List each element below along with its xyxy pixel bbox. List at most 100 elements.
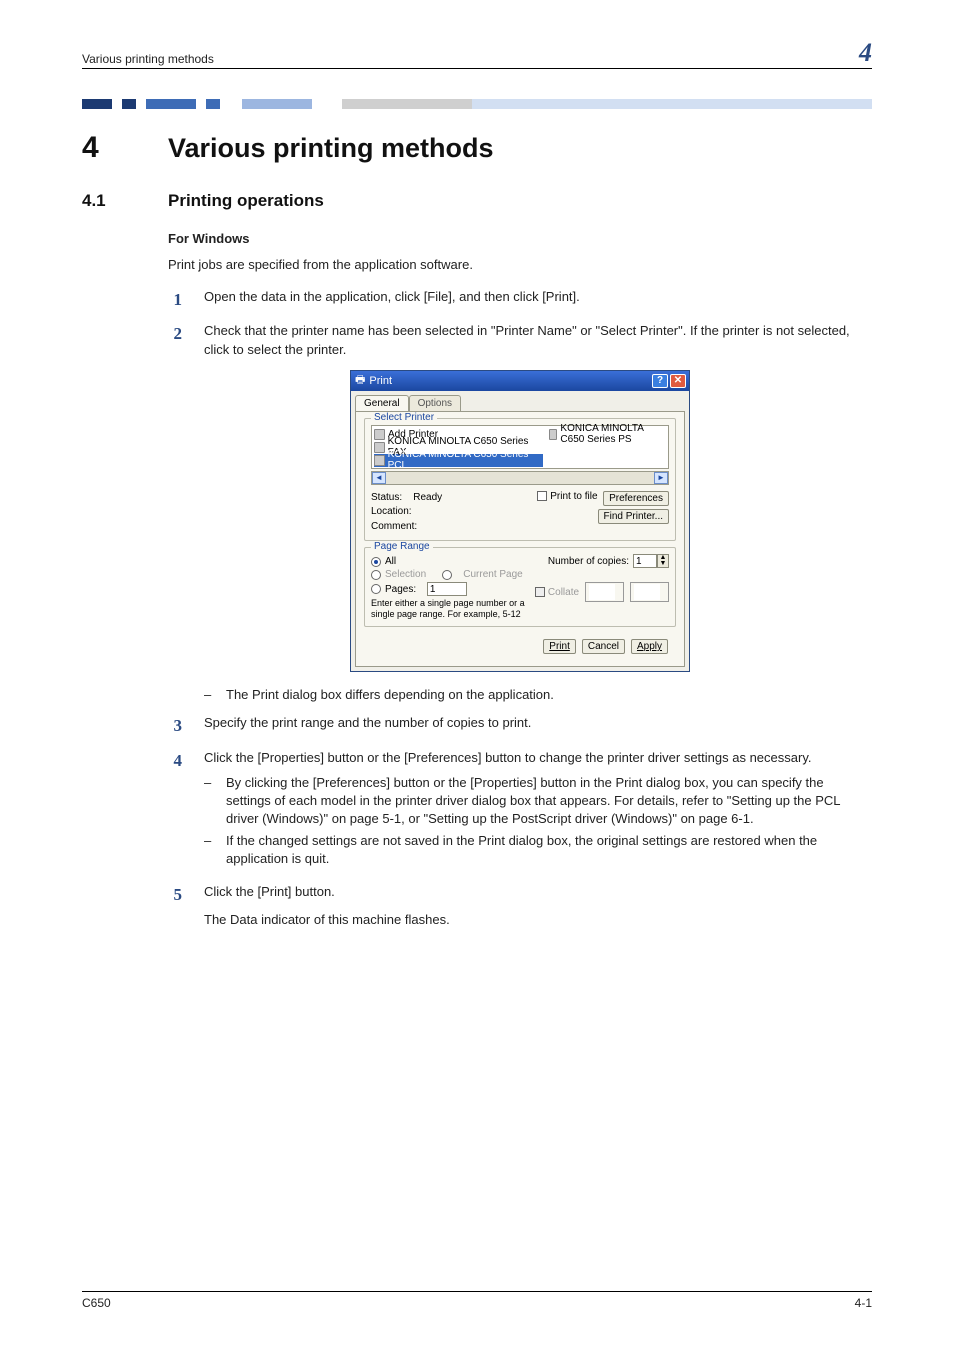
printer-icon: 🖶 <box>355 371 365 390</box>
page-footer: C650 4-1 <box>82 1291 872 1310</box>
step-text: Click the [Properties] button or the [Pr… <box>204 749 872 768</box>
step-text: Specify the print range and the number o… <box>204 714 872 739</box>
dialog-body: Select Printer Add Printer KONICA MINOLT… <box>355 411 685 667</box>
step-1: 1 Open the data in the application, clic… <box>168 288 872 313</box>
radio-icon <box>371 570 381 580</box>
scroll-right-icon[interactable]: ► <box>654 472 668 484</box>
print-button[interactable]: Print <box>543 639 576 654</box>
band-seg <box>342 99 472 109</box>
list-item[interactable]: KONICA MINOLTA C650 Series PS <box>549 428 666 441</box>
preferences-button[interactable]: Preferences <box>603 491 669 506</box>
list-item: –By clicking the [Preferences] button or… <box>204 774 872 829</box>
apply-button[interactable]: Apply <box>631 639 668 654</box>
radio-icon <box>442 570 452 580</box>
status-value: Ready <box>413 492 442 503</box>
radio-label: All <box>385 556 396 567</box>
radio-selection: Selection Current Page <box>371 569 535 580</box>
dash-list: –By clicking the [Preferences] button or… <box>204 774 872 869</box>
pages-input[interactable] <box>427 582 467 596</box>
dialog-tabs: General Options <box>351 391 689 411</box>
comment-label: Comment: <box>371 520 442 535</box>
radio-pages[interactable]: Pages: <box>371 582 535 596</box>
chapter-title: Various printing methods <box>168 133 494 164</box>
band-seg <box>82 99 112 109</box>
checkbox-label: Collate <box>548 587 579 598</box>
running-header: Various printing methods 4 <box>82 40 872 69</box>
list-text: The Print dialog box differs depending o… <box>226 686 554 704</box>
radio-label: Selection <box>385 569 426 580</box>
running-header-title: Various printing methods <box>82 52 214 66</box>
content-column: For Windows Print jobs are specified fro… <box>168 231 872 943</box>
step-text: Open the data in the application, click … <box>204 288 872 313</box>
step-number: 2 <box>168 322 182 360</box>
footer-right: 4-1 <box>855 1296 872 1310</box>
step-text: Check that the printer name has been sel… <box>204 322 872 360</box>
step-5: 5 Click the [Print] button. The Data ind… <box>168 883 872 943</box>
radio-label: Pages: <box>385 584 416 595</box>
spinner-buttons[interactable]: ▲▼ <box>657 554 669 568</box>
tab-general[interactable]: General <box>355 395 409 411</box>
collate-icon <box>630 582 669 602</box>
printer-status-block: Status: Ready Location: Comment: <box>371 491 442 535</box>
printer-list[interactable]: Add Printer KONICA MINOLTA C650 Series F… <box>371 425 669 469</box>
copies-label: Number of copies: <box>548 556 629 567</box>
step-number: 3 <box>168 714 182 739</box>
cancel-button[interactable]: Cancel <box>582 639 625 654</box>
section-heading: 4.1 Printing operations <box>82 191 872 211</box>
print-dialog: 🖶 Print ? ✕ General Options Select Print… <box>350 370 690 672</box>
step-4: 4 Click the [Properties] button or the [… <box>168 749 872 873</box>
intro-paragraph: Print jobs are specified from the applic… <box>168 256 872 274</box>
dash-list: –The Print dialog box differs depending … <box>204 686 872 704</box>
band-seg <box>472 99 872 109</box>
printer-icon <box>374 455 385 466</box>
band-seg <box>136 99 146 109</box>
chapter-number: 4 <box>82 131 134 165</box>
checkbox-label: Print to file <box>550 491 597 502</box>
copies-input[interactable] <box>633 554 657 568</box>
print-dialog-figure: 🖶 Print ? ✕ General Options Select Print… <box>168 370 872 672</box>
list-text: By clicking the [Preferences] button or … <box>226 774 872 829</box>
scroll-left-icon[interactable]: ◄ <box>372 472 386 484</box>
location-label: Location: <box>371 505 442 520</box>
band-seg <box>112 99 122 109</box>
dialog-footer: Print Cancel Apply <box>364 633 676 660</box>
group-page-range: Page Range All Selection Current Page Pa… <box>364 547 676 627</box>
list-text: If the changed settings are not saved in… <box>226 832 872 868</box>
band-seg <box>206 99 220 109</box>
group-title: Select Printer <box>371 412 437 423</box>
print-to-file-checkbox[interactable]: Print to file <box>537 491 597 502</box>
checkbox-icon <box>537 491 547 501</box>
list-item: –If the changed settings are not saved i… <box>204 832 872 868</box>
find-printer-button[interactable]: Find Printer... <box>598 509 669 524</box>
list-item-selected[interactable]: KONICA MINOLTA C650 Series PCL <box>374 454 543 467</box>
band-seg <box>312 99 342 109</box>
radio-all[interactable]: All <box>371 556 535 567</box>
tab-options[interactable]: Options <box>409 395 461 411</box>
chapter-heading: 4 Various printing methods <box>82 131 872 165</box>
radio-icon <box>371 557 381 567</box>
checkbox-icon <box>535 587 545 597</box>
printer-icon <box>549 429 557 440</box>
step-text: Click the [Print] button. <box>204 883 872 902</box>
running-header-number: 4 <box>859 40 872 66</box>
step-number: 4 <box>168 749 182 873</box>
scroll-track[interactable] <box>386 472 654 484</box>
footer-left: C650 <box>82 1296 111 1310</box>
close-button[interactable]: ✕ <box>670 374 686 388</box>
dialog-title: Print <box>369 375 392 387</box>
section-number: 4.1 <box>82 191 134 211</box>
status-label: Status: <box>371 492 402 503</box>
help-button[interactable]: ? <box>652 374 668 388</box>
add-printer-icon <box>374 429 385 440</box>
page: Various printing methods 4 4 Various pri… <box>0 0 954 1350</box>
printer-icon <box>374 442 385 453</box>
dialog-titlebar: 🖶 Print ? ✕ <box>351 371 689 391</box>
copies-spinner[interactable]: ▲▼ <box>633 554 669 568</box>
group-select-printer: Select Printer Add Printer KONICA MINOLT… <box>364 418 676 542</box>
horizontal-scrollbar[interactable]: ◄ ► <box>371 471 669 485</box>
chevron-down-icon: ▼ <box>658 561 668 567</box>
band-seg <box>146 99 196 109</box>
step-3: 3 Specify the print range and the number… <box>168 714 872 739</box>
radio-icon <box>371 584 381 594</box>
band-seg <box>220 99 242 109</box>
